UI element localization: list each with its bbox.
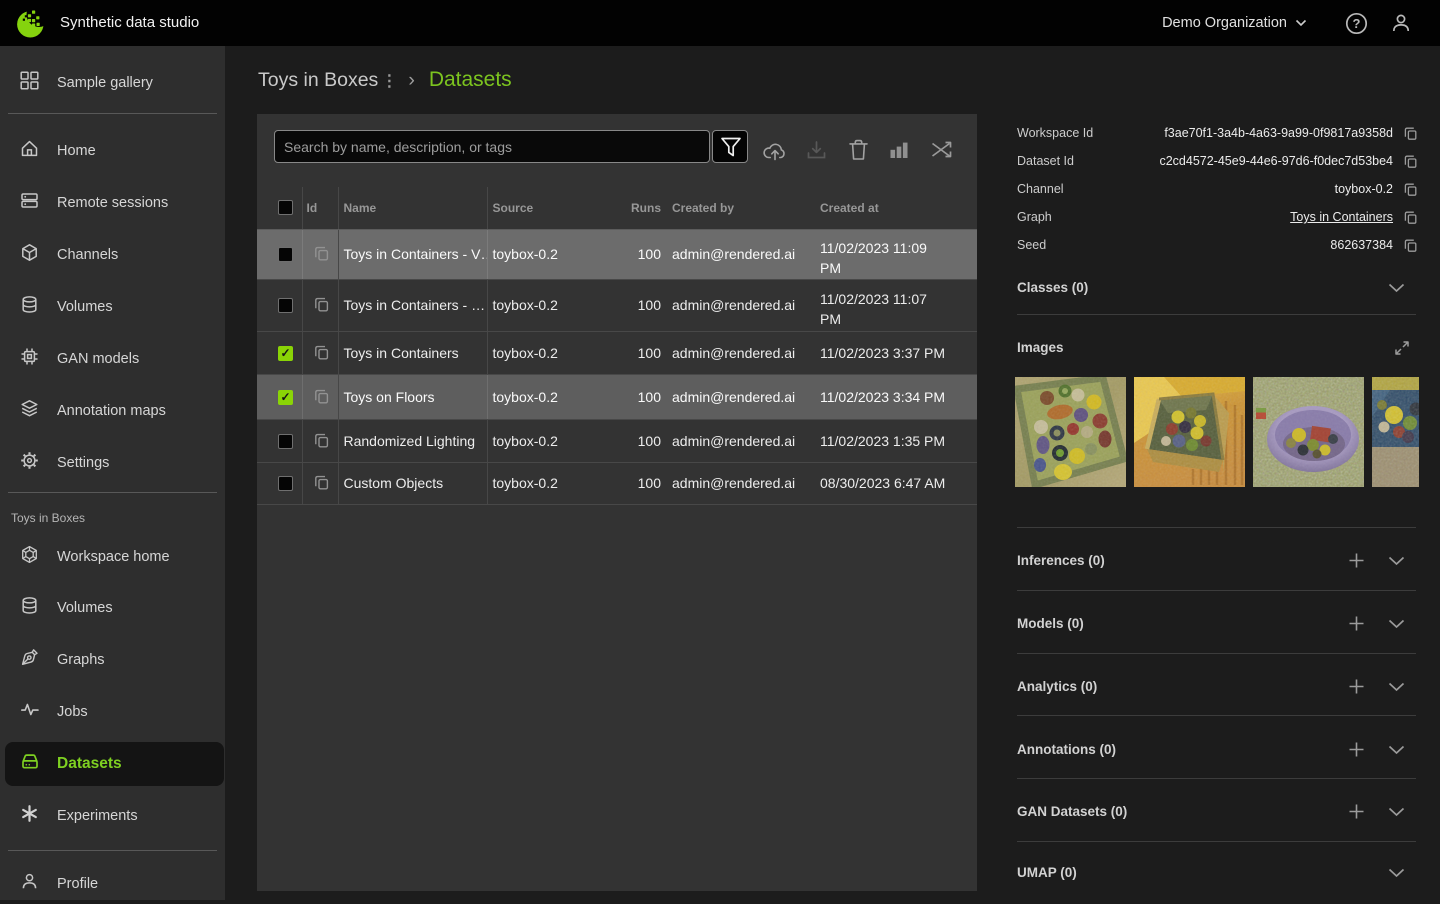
svg-text:?: ? — [1353, 16, 1361, 31]
